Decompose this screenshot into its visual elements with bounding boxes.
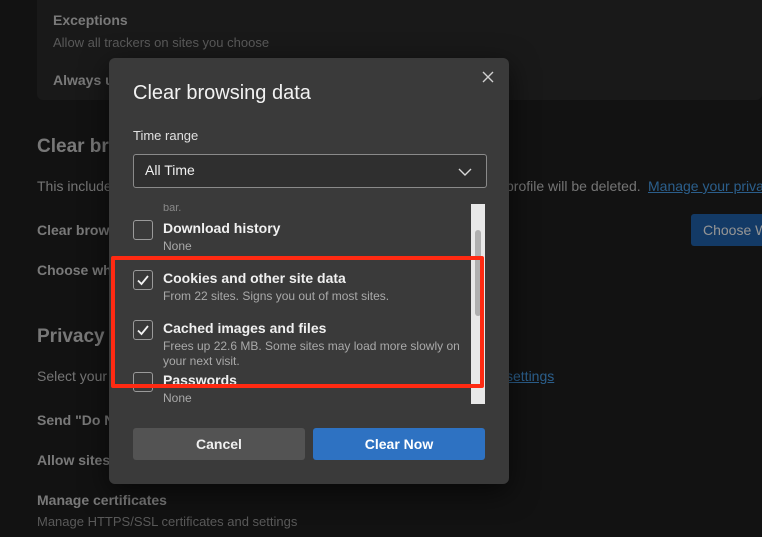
clear-now-button[interactable]: Clear Now bbox=[313, 428, 485, 460]
download-history-checkbox[interactable] bbox=[133, 220, 153, 240]
time-range-label: Time range bbox=[133, 128, 199, 143]
close-icon[interactable] bbox=[479, 70, 497, 88]
chevron-down-icon bbox=[458, 164, 472, 182]
cancel-button[interactable]: Cancel bbox=[133, 428, 305, 460]
item-subtitle: None bbox=[163, 239, 192, 253]
time-range-value: All Time bbox=[145, 162, 195, 178]
highlight-annotation bbox=[111, 256, 484, 388]
dialog-title: Clear browsing data bbox=[133, 82, 311, 104]
item-title: Download history bbox=[163, 220, 281, 236]
time-range-select[interactable]: All Time bbox=[133, 154, 487, 188]
item-subtitle: None bbox=[163, 391, 192, 404]
clipped-text: bar. bbox=[163, 204, 182, 214]
